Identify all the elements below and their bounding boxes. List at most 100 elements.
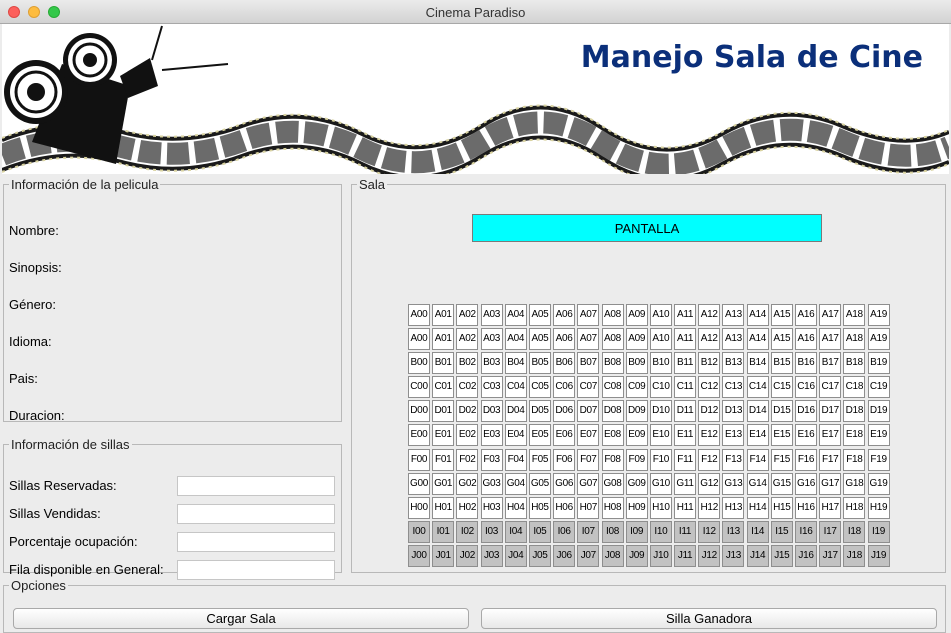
seat-button[interactable]: H03 bbox=[480, 496, 503, 519]
seat-button[interactable]: B01 bbox=[432, 352, 455, 375]
seat-button[interactable]: E04 bbox=[504, 424, 527, 447]
seat-button[interactable]: I07 bbox=[577, 520, 600, 543]
seat-button[interactable]: F02 bbox=[456, 448, 479, 471]
seat-button[interactable]: E06 bbox=[553, 424, 576, 447]
seat-button[interactable]: A12 bbox=[698, 328, 721, 351]
seat-button[interactable]: B18 bbox=[843, 352, 866, 375]
seat-button[interactable]: D10 bbox=[649, 400, 672, 423]
seat-button[interactable]: J15 bbox=[770, 544, 793, 567]
seat-button[interactable]: I02 bbox=[456, 520, 479, 543]
occupancy-field[interactable] bbox=[177, 532, 335, 552]
seat-button[interactable]: C15 bbox=[770, 376, 793, 399]
seat-button[interactable]: A02 bbox=[456, 304, 479, 326]
seat-button[interactable]: E16 bbox=[795, 424, 817, 447]
seat-button[interactable]: I12 bbox=[698, 520, 721, 543]
seat-button[interactable]: G01 bbox=[432, 472, 455, 495]
seat-button[interactable]: D02 bbox=[456, 400, 479, 423]
seat-button[interactable]: I14 bbox=[746, 520, 769, 543]
seat-button[interactable]: I15 bbox=[770, 520, 793, 543]
seat-button[interactable]: C03 bbox=[480, 376, 503, 399]
seat-button[interactable]: D16 bbox=[795, 400, 817, 423]
seat-button[interactable]: E10 bbox=[649, 424, 672, 447]
seat-button[interactable]: J11 bbox=[674, 544, 697, 567]
seat-button[interactable]: H01 bbox=[432, 496, 455, 519]
seat-button[interactable]: B11 bbox=[674, 352, 697, 375]
seat-button[interactable]: G19 bbox=[867, 472, 890, 495]
reserved-seats-field[interactable] bbox=[177, 476, 335, 496]
seat-button[interactable]: C00 bbox=[408, 376, 430, 399]
seat-button[interactable]: F14 bbox=[746, 448, 769, 471]
seat-button[interactable]: G03 bbox=[480, 472, 503, 495]
seat-button[interactable]: D04 bbox=[504, 400, 527, 423]
seat-button[interactable]: B12 bbox=[698, 352, 721, 375]
seat-button[interactable]: D11 bbox=[674, 400, 697, 423]
seat-button[interactable]: I05 bbox=[528, 520, 551, 543]
seat-button[interactable]: F06 bbox=[553, 448, 576, 471]
seat-button[interactable]: A11 bbox=[674, 304, 697, 326]
seat-button[interactable]: D08 bbox=[601, 400, 624, 423]
seat-button[interactable]: E08 bbox=[601, 424, 624, 447]
seat-button[interactable]: A04 bbox=[504, 304, 527, 326]
seat-button[interactable]: F07 bbox=[577, 448, 600, 471]
seat-button[interactable]: G00 bbox=[408, 472, 430, 495]
seat-button[interactable]: J04 bbox=[504, 544, 527, 567]
seat-button[interactable]: I01 bbox=[432, 520, 455, 543]
seat-button[interactable]: A08 bbox=[601, 304, 624, 326]
seat-button[interactable]: H10 bbox=[649, 496, 672, 519]
seat-button[interactable]: J06 bbox=[553, 544, 576, 567]
seat-button[interactable]: I19 bbox=[867, 520, 890, 543]
seat-button[interactable]: J13 bbox=[722, 544, 745, 567]
seat-button[interactable]: H11 bbox=[674, 496, 697, 519]
seat-button[interactable]: J16 bbox=[795, 544, 817, 567]
seat-button[interactable]: A09 bbox=[625, 304, 648, 326]
seat-button[interactable]: E11 bbox=[674, 424, 697, 447]
seat-button[interactable]: C05 bbox=[528, 376, 551, 399]
seat-button[interactable]: E05 bbox=[528, 424, 551, 447]
seat-button[interactable]: D12 bbox=[698, 400, 721, 423]
seat-button[interactable]: A01 bbox=[432, 304, 455, 326]
seat-button[interactable]: A17 bbox=[819, 328, 842, 351]
seat-button[interactable]: A16 bbox=[795, 328, 817, 351]
seat-button[interactable]: D13 bbox=[722, 400, 745, 423]
seat-button[interactable]: A14 bbox=[746, 304, 769, 326]
seat-button[interactable]: J18 bbox=[843, 544, 866, 567]
seat-button[interactable]: C06 bbox=[553, 376, 576, 399]
seat-button[interactable]: B04 bbox=[504, 352, 527, 375]
seat-button[interactable]: I13 bbox=[722, 520, 745, 543]
seat-button[interactable]: C16 bbox=[795, 376, 817, 399]
seat-button[interactable]: C18 bbox=[843, 376, 866, 399]
seat-button[interactable]: B02 bbox=[456, 352, 479, 375]
seat-button[interactable]: H05 bbox=[528, 496, 551, 519]
seat-button[interactable]: J03 bbox=[480, 544, 503, 567]
seat-button[interactable]: B10 bbox=[649, 352, 672, 375]
seat-button[interactable]: H07 bbox=[577, 496, 600, 519]
seat-button[interactable]: D05 bbox=[528, 400, 551, 423]
seat-button[interactable]: J08 bbox=[601, 544, 624, 567]
seat-button[interactable]: E14 bbox=[746, 424, 769, 447]
seat-button[interactable]: I06 bbox=[553, 520, 576, 543]
seat-button[interactable]: G05 bbox=[528, 472, 551, 495]
sold-seats-field[interactable] bbox=[177, 504, 335, 524]
seat-button[interactable]: A06 bbox=[553, 304, 576, 326]
seat-button[interactable]: G12 bbox=[698, 472, 721, 495]
seat-button[interactable]: B07 bbox=[577, 352, 600, 375]
seat-button[interactable]: E03 bbox=[480, 424, 503, 447]
seat-button[interactable]: F13 bbox=[722, 448, 745, 471]
seat-button[interactable]: C19 bbox=[867, 376, 890, 399]
seat-button[interactable]: G07 bbox=[577, 472, 600, 495]
seat-button[interactable]: A18 bbox=[843, 304, 866, 326]
seat-button[interactable]: A14 bbox=[746, 328, 769, 351]
seat-button[interactable]: E15 bbox=[770, 424, 793, 447]
seat-button[interactable]: G11 bbox=[674, 472, 697, 495]
seat-button[interactable]: C12 bbox=[698, 376, 721, 399]
load-room-button[interactable]: Cargar Sala bbox=[13, 608, 469, 629]
seat-button[interactable]: G14 bbox=[746, 472, 769, 495]
seat-button[interactable]: A15 bbox=[770, 304, 793, 326]
seat-button[interactable]: D07 bbox=[577, 400, 600, 423]
seat-button[interactable]: A13 bbox=[722, 328, 745, 351]
seat-button[interactable]: B13 bbox=[722, 352, 745, 375]
seat-button[interactable]: G15 bbox=[770, 472, 793, 495]
seat-button[interactable]: A11 bbox=[674, 328, 697, 351]
seat-button[interactable]: H19 bbox=[867, 496, 890, 519]
seat-button[interactable]: J07 bbox=[577, 544, 600, 567]
